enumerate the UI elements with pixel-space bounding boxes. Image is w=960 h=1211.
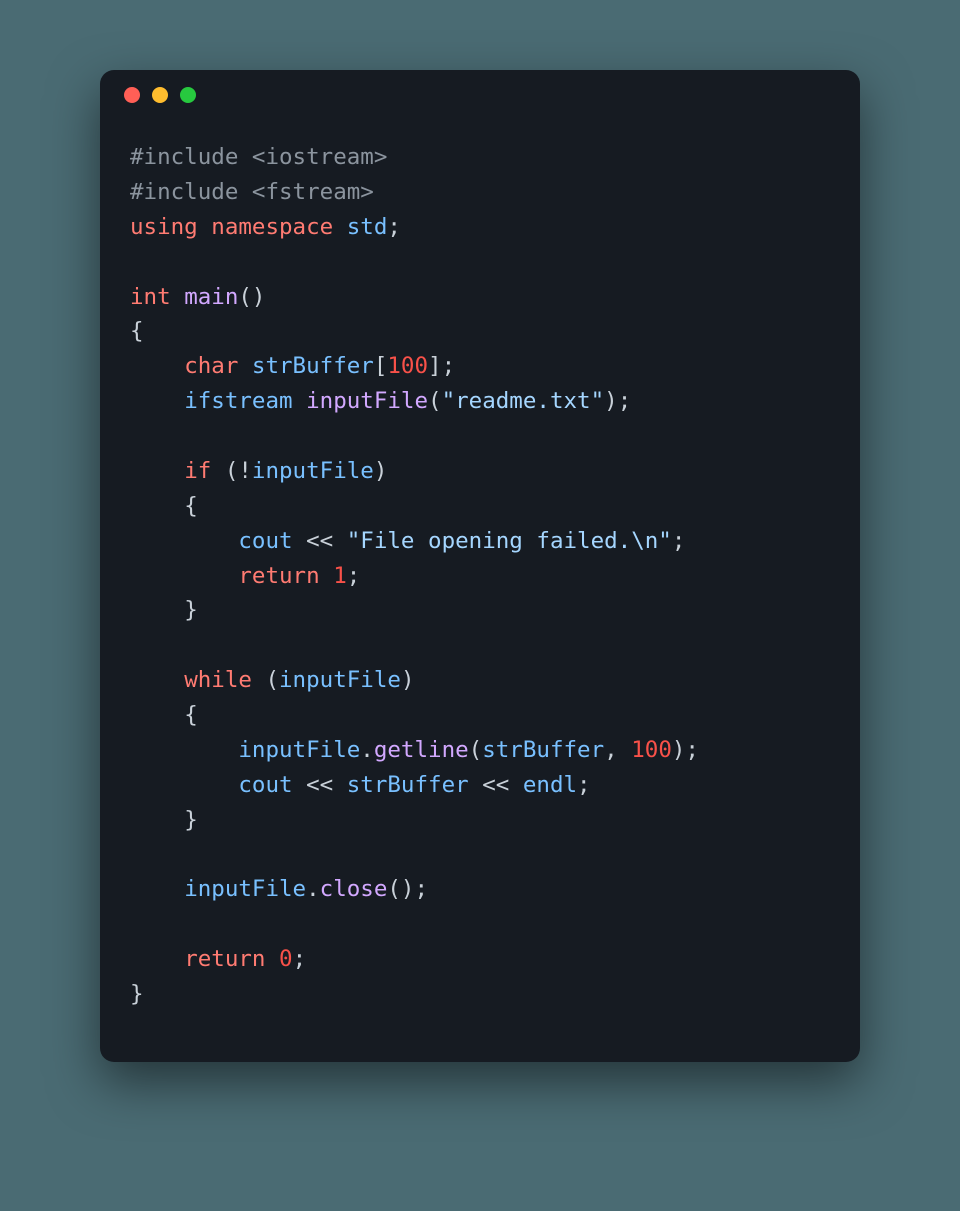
brace-open: { [184, 493, 198, 519]
parens: () [387, 876, 414, 902]
identifier-inputfile: inputFile [238, 737, 360, 763]
close-icon[interactable] [124, 87, 140, 103]
identifier-inputfile: inputFile [252, 458, 374, 484]
keyword-if: if [184, 458, 211, 484]
number-literal: 100 [631, 737, 672, 763]
bracket-close: ] [428, 353, 442, 379]
brace-open: { [130, 318, 144, 344]
operator-not: ! [238, 458, 252, 484]
bracket-open: [ [374, 353, 388, 379]
identifier-inputfile: inputFile [279, 667, 401, 693]
maximize-icon[interactable] [180, 87, 196, 103]
semicolon: ; [414, 876, 428, 902]
semicolon: ; [672, 528, 686, 554]
keyword-int: int [130, 284, 171, 310]
window-titlebar [100, 70, 860, 120]
paren-close: ) [374, 458, 388, 484]
semicolon: ; [618, 388, 632, 414]
brace-open: { [184, 702, 198, 728]
keyword-namespace: namespace [211, 214, 333, 240]
identifier-endl: endl [523, 772, 577, 798]
keyword-using: using [130, 214, 198, 240]
paren-open: ( [469, 737, 483, 763]
dot-operator: . [360, 737, 374, 763]
method-close: close [320, 876, 388, 902]
number-literal: 100 [387, 353, 428, 379]
minimize-icon[interactable] [152, 87, 168, 103]
identifier-cout: cout [238, 772, 292, 798]
function-main: main [184, 284, 238, 310]
semicolon: ; [293, 946, 307, 972]
paren-close: ) [401, 667, 415, 693]
number-literal: 0 [279, 946, 293, 972]
preprocessor-line: #include <iostream> [130, 144, 387, 170]
brace-close: } [184, 807, 198, 833]
keyword-while: while [184, 667, 252, 693]
preprocessor-line: #include <fstream> [130, 179, 374, 205]
brace-close: } [130, 981, 144, 1007]
keyword-return: return [184, 946, 265, 972]
code-window: #include <iostream> #include <fstream> u… [100, 70, 860, 1062]
method-getline: getline [374, 737, 469, 763]
operator-lshift: << [306, 772, 333, 798]
keyword-char: char [184, 353, 238, 379]
semicolon: ; [577, 772, 591, 798]
semicolon: ; [387, 214, 401, 240]
dot-operator: . [306, 876, 320, 902]
keyword-return: return [238, 563, 319, 589]
identifier-inputfile: inputFile [184, 876, 306, 902]
comma: , [604, 737, 618, 763]
identifier-strbuffer: strBuffer [482, 737, 604, 763]
operator-lshift: << [306, 528, 333, 554]
string-literal: "File opening failed.\n" [347, 528, 672, 554]
operator-lshift: << [482, 772, 509, 798]
paren-open: ( [225, 458, 239, 484]
identifier-strbuffer: strBuffer [252, 353, 374, 379]
identifier-strbuffer: strBuffer [347, 772, 469, 798]
identifier-std: std [347, 214, 388, 240]
paren-open: ( [265, 667, 279, 693]
type-ifstream: ifstream [184, 388, 292, 414]
number-literal: 1 [333, 563, 347, 589]
code-editor[interactable]: #include <iostream> #include <fstream> u… [100, 120, 860, 1032]
parens: () [238, 284, 265, 310]
brace-close: } [184, 597, 198, 623]
identifier-inputfile: inputFile [306, 388, 428, 414]
paren-open: ( [428, 388, 442, 414]
string-literal: "readme.txt" [442, 388, 605, 414]
semicolon: ; [442, 353, 456, 379]
paren-close: ) [604, 388, 618, 414]
identifier-cout: cout [238, 528, 292, 554]
semicolon: ; [347, 563, 361, 589]
paren-close: ) [672, 737, 686, 763]
semicolon: ; [685, 737, 699, 763]
